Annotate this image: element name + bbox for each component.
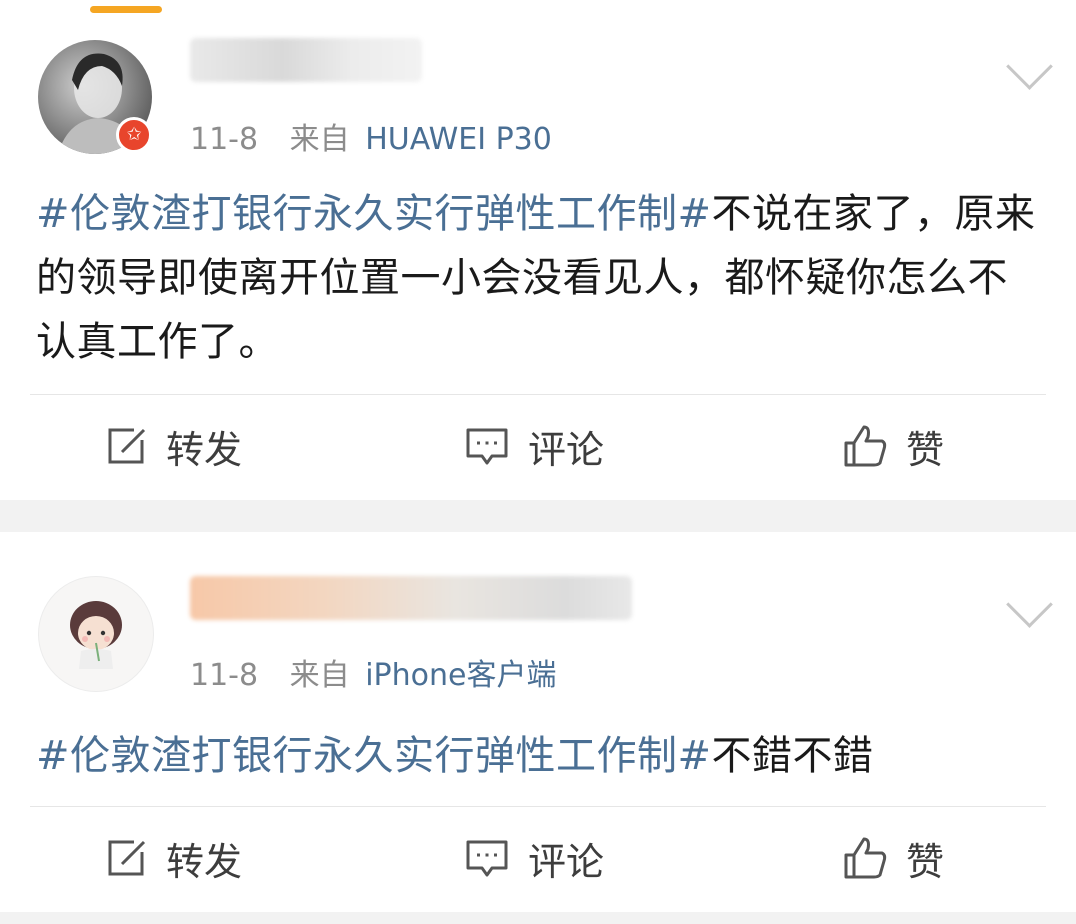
divider (30, 394, 1046, 395)
action-bar: 转发 评论 赞 (0, 396, 1076, 496)
source-device[interactable]: iPhone客户端 (365, 658, 556, 693)
comment-icon (466, 428, 508, 465)
repost-label: 转发 (166, 839, 243, 884)
verified-badge-icon: ✩ (116, 117, 152, 153)
feed-post: 11-8 来自 iPhone客户端 #伦敦渣打银行永久实行弹性工作制#不錯不錯 … (0, 532, 1076, 912)
username-blurred[interactable] (190, 576, 632, 620)
edit-repost-icon (108, 428, 146, 464)
post-content: #伦敦渣打银行永久实行弹性工作制#不錯不錯 (36, 724, 1046, 788)
edit-repost-icon (108, 840, 146, 876)
repost-label: 转发 (166, 427, 243, 472)
comment-button[interactable]: 评论 (464, 808, 604, 908)
chevron-down-icon[interactable] (1006, 43, 1053, 90)
comment-icon (466, 840, 508, 877)
repost-button[interactable]: 转发 (104, 808, 242, 908)
comment-label: 评论 (528, 427, 605, 472)
action-bar: 转发 评论 赞 (0, 808, 1076, 908)
thumbs-up-icon (844, 425, 887, 467)
username-blurred[interactable] (190, 38, 422, 82)
like-label: 赞 (906, 427, 945, 472)
post-content: #伦敦渣打银行永久实行弹性工作制#不说在家了，原来的领导即使离开位置一小会没看见… (36, 182, 1046, 374)
post-date: 11-8 (190, 658, 259, 693)
hashtag-link[interactable]: #伦敦渣打银行永久实行弹性工作制# (36, 733, 712, 779)
post-text: 不錯不錯 (711, 733, 874, 779)
avatar[interactable] (38, 576, 154, 692)
comment-button[interactable]: 评论 (464, 396, 604, 496)
like-button[interactable]: 赞 (842, 808, 944, 908)
like-label: 赞 (906, 839, 945, 884)
post-meta: 11-8 来自 iPhone客户端 (190, 650, 556, 694)
post-date: 11-8 (190, 122, 259, 157)
post-meta: 11-8 来自 HUAWEI P30 (190, 114, 552, 158)
divider (30, 806, 1046, 807)
chevron-down-icon[interactable] (1006, 581, 1053, 628)
hashtag-link[interactable]: #伦敦渣打银行永久实行弹性工作制# (36, 191, 712, 237)
repost-button[interactable]: 转发 (104, 396, 242, 496)
thumbs-up-icon (844, 837, 887, 879)
feed-separator (0, 500, 1076, 532)
source-prefix: 来自 (289, 658, 350, 693)
feed-separator (0, 912, 1076, 924)
source-device[interactable]: HUAWEI P30 (365, 122, 552, 157)
comment-label: 评论 (528, 839, 605, 884)
tab-indicator (90, 6, 162, 13)
like-button[interactable]: 赞 (842, 396, 944, 496)
feed-post: ✩ 11-8 来自 HUAWEI P30 #伦敦渣打银行永久实行弹性工作制#不说… (0, 22, 1076, 500)
source-prefix: 来自 (289, 122, 350, 157)
avatar-cartoon-girl-icon (70, 601, 122, 669)
